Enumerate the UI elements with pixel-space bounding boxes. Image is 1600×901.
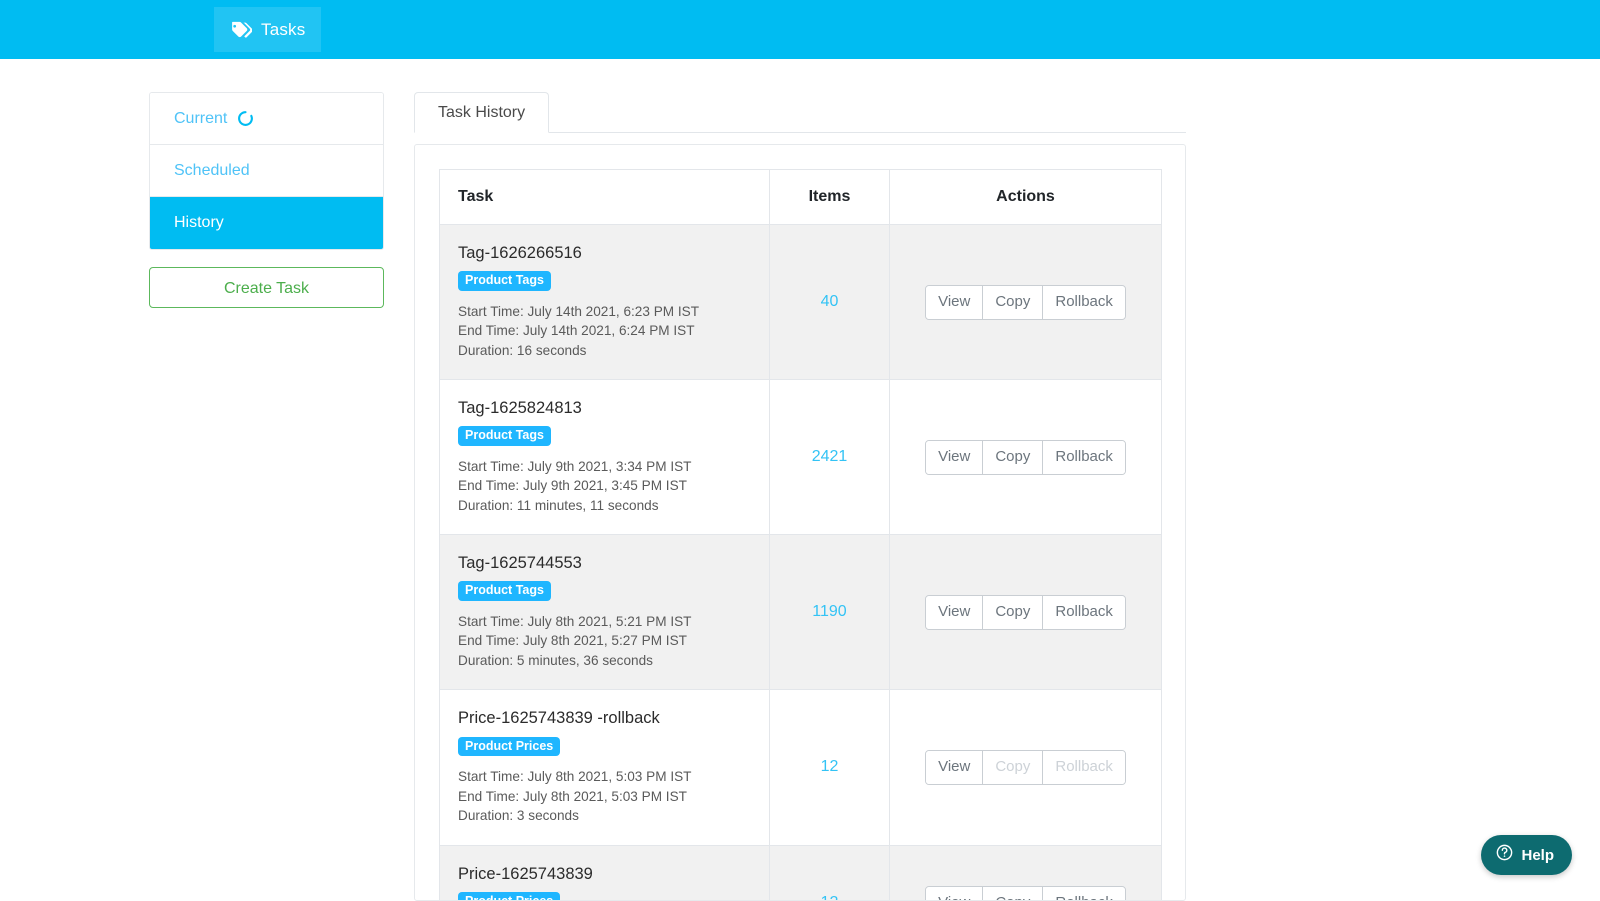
items-count-link[interactable]: 12 xyxy=(821,758,839,775)
task-name: Price-1625743839 -rollback xyxy=(458,709,751,727)
items-count-link[interactable]: 40 xyxy=(821,293,839,310)
task-history-table: Task Items Actions Tag-1626266516 Produc… xyxy=(439,169,1162,901)
sidebar-item-scheduled[interactable]: Scheduled xyxy=(150,145,383,197)
table-row: Price-1625743839 -rollback Product Price… xyxy=(440,690,1162,845)
sidebar-item-current[interactable]: Current xyxy=(150,93,383,145)
task-cell: Tag-1625744553 Product Tags Start Time: … xyxy=(440,535,770,690)
copy-button[interactable]: Copy xyxy=(983,596,1043,629)
rollback-button[interactable]: Rollback xyxy=(1043,596,1125,629)
task-cell: Tag-1626266516 Product Tags Start Time: … xyxy=(440,225,770,380)
actions-cell: View Copy Rollback xyxy=(890,380,1162,535)
top-navigation-bar: Tasks xyxy=(0,0,1600,59)
task-end-time: End Time: July 8th 2021, 5:27 PM IST xyxy=(458,631,751,651)
sidebar: Current Scheduled History Create Task xyxy=(149,92,384,308)
tab-strip: Task History xyxy=(414,92,1186,133)
items-cell: 40 xyxy=(770,225,890,380)
question-circle-icon xyxy=(1495,843,1514,867)
sidebar-item-history[interactable]: History xyxy=(150,197,383,249)
sidebar-item-history-label: History xyxy=(174,214,224,232)
table-head: Task Items Actions xyxy=(440,170,1162,225)
table-row: Tag-1626266516 Product Tags Start Time: … xyxy=(440,225,1162,380)
task-cell: Tag-1625824813 Product Tags Start Time: … xyxy=(440,380,770,535)
help-widget-label: Help xyxy=(1521,847,1554,864)
action-button-group: View Copy Rollback xyxy=(925,285,1126,320)
task-duration: Duration: 16 seconds xyxy=(458,341,751,361)
table-body: Tag-1626266516 Product Tags Start Time: … xyxy=(440,225,1162,901)
spinner-icon xyxy=(237,110,254,127)
task-name: Tag-1625824813 xyxy=(458,399,751,417)
view-button[interactable]: View xyxy=(926,286,983,319)
rollback-button: Rollback xyxy=(1043,751,1125,784)
page-body: Current Scheduled History Create Task Ta… xyxy=(0,59,1600,900)
nav-item-tasks[interactable]: Tasks xyxy=(214,7,321,52)
items-count-link[interactable]: 2421 xyxy=(812,448,848,465)
task-start-time: Start Time: July 8th 2021, 5:21 PM IST xyxy=(458,612,751,632)
table-row: Tag-1625824813 Product Tags Start Time: … xyxy=(440,380,1162,535)
items-cell: 1190 xyxy=(770,535,890,690)
column-header-items: Items xyxy=(770,170,890,225)
items-count-link[interactable]: 1190 xyxy=(812,603,846,620)
view-button[interactable]: View xyxy=(926,596,983,629)
sidebar-list: Current Scheduled History xyxy=(149,92,384,250)
task-name: Tag-1626266516 xyxy=(458,244,751,262)
task-end-time: End Time: July 14th 2021, 6:24 PM IST xyxy=(458,321,751,341)
task-cell: Price-1625743839 -rollback Product Price… xyxy=(440,690,770,845)
items-cell: 12 xyxy=(770,690,890,845)
copy-button: Copy xyxy=(983,751,1043,784)
view-button[interactable]: View xyxy=(926,887,983,901)
task-cell: Price-1625743839 Product Prices Start Ti… xyxy=(440,845,770,901)
nav-item-tasks-label: Tasks xyxy=(261,20,305,40)
actions-cell: View Copy Rollback xyxy=(890,535,1162,690)
items-cell: 2421 xyxy=(770,380,890,535)
task-name: Price-1625743839 xyxy=(458,865,751,883)
task-start-time: Start Time: July 8th 2021, 5:03 PM IST xyxy=(458,767,751,787)
task-history-panel: Task Items Actions Tag-1626266516 Produc… xyxy=(414,144,1186,901)
table-header-row: Task Items Actions xyxy=(440,170,1162,225)
table-row: Tag-1625744553 Product Tags Start Time: … xyxy=(440,535,1162,690)
create-task-button[interactable]: Create Task xyxy=(149,267,384,308)
task-duration: Duration: 5 minutes, 36 seconds xyxy=(458,651,751,671)
task-duration: Duration: 3 seconds xyxy=(458,806,751,826)
task-duration: Duration: 11 minutes, 11 seconds xyxy=(458,496,751,516)
task-end-time: End Time: July 9th 2021, 3:45 PM IST xyxy=(458,476,751,496)
tab-task-history-label: Task History xyxy=(438,104,525,122)
task-type-badge: Product Tags xyxy=(458,426,551,446)
action-button-group: View Copy Rollback xyxy=(925,595,1126,630)
column-header-task: Task xyxy=(440,170,770,225)
actions-cell: View Copy Rollback xyxy=(890,690,1162,845)
action-button-group: View Copy Rollback xyxy=(925,750,1126,785)
copy-button[interactable]: Copy xyxy=(983,887,1043,901)
task-type-badge: Product Tags xyxy=(458,581,551,601)
sidebar-item-scheduled-label: Scheduled xyxy=(174,162,250,180)
main-content: Task History Task Items Actions Tag-1626 xyxy=(414,92,1186,901)
view-button[interactable]: View xyxy=(926,441,983,474)
copy-button[interactable]: Copy xyxy=(983,286,1043,319)
task-type-badge: Product Prices xyxy=(458,737,560,757)
task-start-time: Start Time: July 14th 2021, 6:23 PM IST xyxy=(458,302,751,322)
column-header-actions: Actions xyxy=(890,170,1162,225)
copy-button[interactable]: Copy xyxy=(983,441,1043,474)
tab-task-history[interactable]: Task History xyxy=(414,92,549,133)
sidebar-item-current-label: Current xyxy=(174,110,227,128)
task-name: Tag-1625744553 xyxy=(458,554,751,572)
actions-cell: View Copy Rollback xyxy=(890,225,1162,380)
task-end-time: End Time: July 8th 2021, 5:03 PM IST xyxy=(458,787,751,807)
task-start-time: Start Time: July 9th 2021, 3:34 PM IST xyxy=(458,457,751,477)
items-cell: 12 xyxy=(770,845,890,901)
rollback-button[interactable]: Rollback xyxy=(1043,887,1125,901)
tag-icon xyxy=(230,19,252,41)
action-button-group: View Copy Rollback xyxy=(925,886,1126,901)
view-button[interactable]: View xyxy=(926,751,983,784)
table-row: Price-1625743839 Product Prices Start Ti… xyxy=(440,845,1162,901)
action-button-group: View Copy Rollback xyxy=(925,440,1126,475)
rollback-button[interactable]: Rollback xyxy=(1043,441,1125,474)
help-widget-button[interactable]: Help xyxy=(1481,835,1572,875)
rollback-button[interactable]: Rollback xyxy=(1043,286,1125,319)
actions-cell: View Copy Rollback xyxy=(890,845,1162,901)
task-type-badge: Product Tags xyxy=(458,271,551,291)
